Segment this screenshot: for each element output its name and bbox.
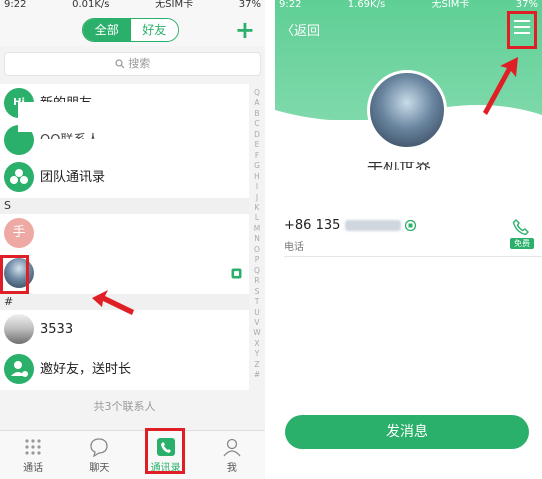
index-letter[interactable]: U: [250, 308, 264, 318]
index-letter[interactable]: P: [250, 255, 264, 265]
highlight-box-contacts-tab: [145, 428, 185, 474]
index-letter[interactable]: Y: [250, 349, 264, 359]
contacts-header: 全部 好友 +: [0, 10, 265, 46]
avatar: 手: [4, 218, 34, 248]
divider: [284, 256, 542, 257]
phone-call-icon[interactable]: [512, 218, 530, 236]
index-letter[interactable]: F: [250, 151, 264, 161]
alphabet-index[interactable]: Q A B C D E F G H I J K L M N O P Q R S T U V W X Y Z #: [250, 88, 264, 381]
list-item-invite[interactable]: 邀好友，送时长: [0, 350, 249, 390]
wallet-badge-icon: [404, 219, 416, 232]
status-bar: 9:22 0.01K/s 无SIM卡 37%: [0, 0, 265, 10]
status-time: 9:22: [4, 0, 27, 10]
highlight-box-contact: [0, 255, 29, 294]
index-letter[interactable]: T: [250, 297, 264, 307]
index-letter[interactable]: Z: [250, 360, 264, 370]
index-letter[interactable]: D: [250, 130, 264, 140]
section-header-s: S: [0, 198, 249, 214]
status-bar: 9:22 1.69K/s 无SIM卡 37%: [275, 0, 542, 10]
index-letter[interactable]: G: [250, 161, 264, 171]
back-button[interactable]: 〈返回: [281, 20, 320, 39]
index-letter[interactable]: J: [250, 193, 264, 203]
free-badge: 免费: [510, 238, 534, 249]
overlay-bar: [18, 102, 249, 118]
tab-chat-label: 聊天: [89, 463, 110, 474]
index-letter[interactable]: Q: [250, 88, 264, 98]
annotation-arrow-left: [92, 290, 134, 315]
status-battery: 37%: [238, 0, 261, 10]
index-letter[interactable]: M: [250, 224, 264, 234]
segment-all[interactable]: 全部: [83, 19, 131, 41]
tab-chat[interactable]: 聊天: [66, 431, 132, 479]
chat-icon: [90, 438, 109, 457]
search-input[interactable]: 搜索: [4, 52, 261, 76]
phone-number: +86 135: [284, 218, 416, 233]
index-letter[interactable]: K: [250, 203, 264, 213]
phone-contact-icon: [231, 268, 242, 279]
bottom-tab-bar: 通话 聊天 通讯录 我: [0, 430, 265, 479]
segment-friends[interactable]: 好友: [130, 19, 178, 41]
search-placeholder: 搜索: [128, 57, 151, 70]
invite-person-icon: [4, 354, 34, 384]
masked-number: [344, 220, 401, 231]
index-letter[interactable]: #: [250, 370, 264, 380]
filter-segment: 全部 好友: [82, 18, 179, 42]
index-letter[interactable]: R: [250, 276, 264, 286]
index-letter[interactable]: L: [250, 213, 264, 223]
contact-name: 手机世界: [367, 162, 431, 170]
contact-3533-label: 3533: [40, 322, 74, 337]
index-letter[interactable]: Q: [250, 266, 264, 276]
status-time: 9:22: [279, 0, 302, 10]
contact-detail-screen: 9:22 1.69K/s 无SIM卡 37% 〈返回 手机世界 +86 135 …: [275, 0, 542, 479]
avatar: [4, 314, 34, 344]
annotation-arrow-up: [483, 57, 518, 115]
tab-calls-label: 通话: [23, 463, 44, 474]
list-item-team-directory[interactable]: 团队通讯录: [0, 158, 249, 198]
tab-calls[interactable]: 通话: [0, 431, 66, 479]
invite-label: 邀好友，送时长: [40, 362, 132, 377]
index-letter[interactable]: H: [250, 172, 264, 182]
index-letter[interactable]: B: [250, 109, 264, 119]
status-carrier: 无SIM卡: [155, 0, 194, 10]
index-letter[interactable]: N: [250, 234, 264, 244]
list-item-contact-hand[interactable]: 手: [0, 214, 249, 254]
plus-icon[interactable]: +: [235, 18, 255, 42]
index-letter[interactable]: E: [250, 140, 264, 150]
index-letter[interactable]: C: [250, 119, 264, 129]
index-letter[interactable]: X: [250, 339, 264, 349]
index-letter[interactable]: V: [250, 318, 264, 328]
team-icon: [4, 162, 34, 192]
highlight-box-menu: [507, 11, 537, 49]
index-letter[interactable]: I: [250, 182, 264, 192]
contact-count: 共3个联系人: [93, 400, 156, 413]
send-message-button[interactable]: 发消息: [285, 415, 529, 449]
status-network: 0.01K/s: [72, 0, 110, 10]
team-directory-label: 团队通讯录: [40, 170, 106, 185]
profile-avatar: [367, 70, 447, 150]
index-letter[interactable]: A: [250, 98, 264, 108]
phone-type-label: 电话: [284, 242, 304, 253]
status-battery: 37%: [515, 0, 538, 10]
status-network: 1.69K/s: [347, 0, 386, 10]
status-carrier: 无SIM卡: [431, 0, 470, 10]
qq-contacts-label: QQ联系人: [40, 131, 99, 139]
index-letter[interactable]: O: [250, 245, 264, 255]
index-letter[interactable]: W: [250, 328, 264, 338]
search-icon: [115, 59, 125, 69]
overlay-bar: [18, 120, 249, 132]
dialpad-icon: [25, 439, 41, 455]
contacts-screen: 9:22 0.01K/s 无SIM卡 37% 全部 好友 + 搜索 Hi 新的朋…: [0, 0, 265, 479]
person-icon: [223, 438, 241, 457]
index-letter[interactable]: S: [250, 287, 264, 297]
tab-me[interactable]: 我: [199, 431, 265, 479]
tab-me-label: 我: [226, 463, 237, 474]
